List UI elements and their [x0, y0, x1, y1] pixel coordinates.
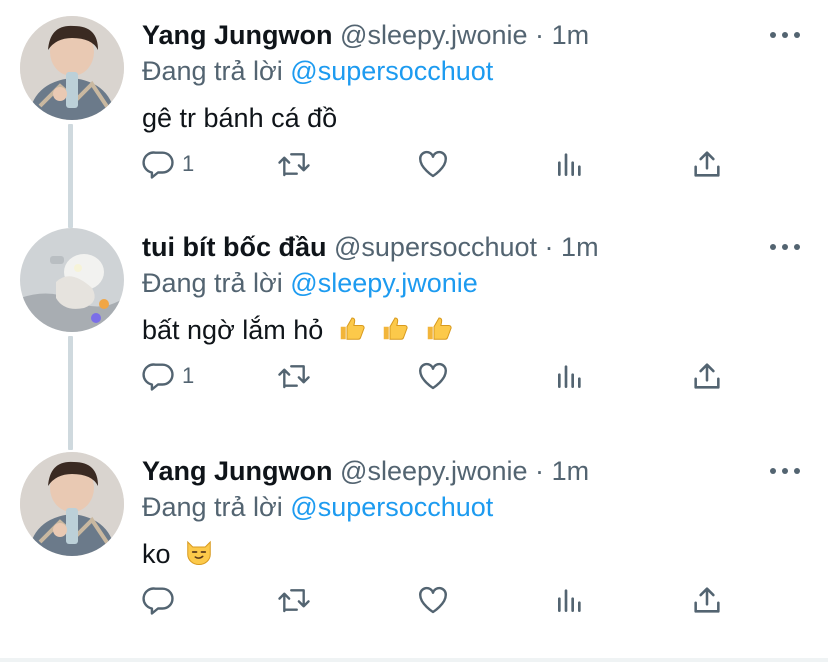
tweet-header: Yang Jungwon @sleepy.jwonie · 1m: [142, 18, 589, 52]
more-options-icon[interactable]: [770, 236, 800, 258]
tweet[interactable]: Yang Jungwon @sleepy.jwonie · 1m Đang tr…: [0, 0, 828, 224]
heart-icon: [419, 362, 447, 390]
tweet-text-content: bất ngờ lắm hỏ: [142, 315, 324, 345]
user-handle[interactable]: @supersocchuot: [334, 232, 537, 262]
analytics-icon: [558, 365, 581, 388]
heart-icon: [419, 150, 447, 178]
reply-button[interactable]: 1: [142, 146, 194, 182]
tweet-text-content: ko: [142, 539, 171, 569]
more-options-icon[interactable]: [770, 460, 800, 482]
heart-icon: [419, 586, 447, 614]
reply-count: 1: [182, 363, 195, 388]
share-button[interactable]: [690, 582, 724, 618]
thumbs-up-icon: [424, 313, 454, 352]
action-bar: 1: [142, 146, 742, 182]
reply-icon: [142, 587, 174, 615]
share-button[interactable]: [690, 358, 724, 394]
retweet-button[interactable]: [276, 358, 312, 394]
more-options-icon[interactable]: [770, 24, 800, 46]
display-name[interactable]: tui bít bốc đầu: [142, 232, 326, 262]
reply-icon: [142, 363, 174, 391]
avatar[interactable]: [20, 228, 124, 332]
divider: [0, 658, 828, 662]
timestamp[interactable]: 1m: [552, 20, 590, 50]
tweet-text: ko: [142, 536, 214, 576]
retweet-button[interactable]: [276, 582, 312, 618]
retweet-button[interactable]: [276, 146, 312, 182]
separator-dot: ·: [535, 20, 545, 50]
action-bar: 1: [142, 358, 742, 394]
reply-button[interactable]: [142, 582, 182, 618]
reply-to-link[interactable]: @supersocchuot: [290, 56, 493, 86]
reply-icon: [142, 151, 174, 179]
replying-to: Đang trả lời @supersocchuot: [142, 489, 493, 525]
like-button[interactable]: [416, 146, 450, 182]
share-icon: [694, 363, 720, 389]
reply-button[interactable]: 1: [142, 358, 194, 394]
replying-prefix: Đang trả lời: [142, 492, 283, 522]
avatar[interactable]: [20, 16, 124, 120]
timestamp[interactable]: 1m: [561, 232, 599, 262]
user-handle[interactable]: @sleepy.jwonie: [340, 20, 528, 50]
views-button[interactable]: [554, 582, 586, 618]
tweet[interactable]: Yang Jungwon @sleepy.jwonie · 1m Đang tr…: [0, 436, 828, 660]
tweet-text-content: gê tr bánh cá đồ: [142, 103, 338, 133]
like-button[interactable]: [416, 582, 450, 618]
replying-to: Đang trả lời @sleepy.jwonie: [142, 265, 478, 301]
views-button[interactable]: [554, 358, 586, 394]
tweet-text: gê tr bánh cá đồ: [142, 100, 337, 136]
smirking-cat-icon: [184, 537, 214, 576]
retweet-icon: [278, 153, 310, 177]
thumbs-up-icon: [337, 313, 367, 352]
reply-count: 1: [182, 151, 195, 176]
tweet-header: Yang Jungwon @sleepy.jwonie · 1m: [142, 454, 589, 488]
display-name[interactable]: Yang Jungwon: [142, 456, 333, 486]
tweet[interactable]: tui bít bốc đầu @supersocchuot · 1m Đang…: [0, 212, 828, 436]
thumbs-up-icon: [380, 313, 410, 352]
share-icon: [694, 587, 720, 613]
separator-dot: ·: [544, 232, 554, 262]
avatar[interactable]: [20, 452, 124, 556]
analytics-icon: [558, 589, 581, 612]
action-bar: [142, 582, 742, 618]
separator-dot: ·: [535, 456, 545, 486]
analytics-icon: [558, 153, 581, 176]
replying-prefix: Đang trả lời: [142, 56, 283, 86]
retweet-icon: [278, 365, 310, 389]
reply-to-link[interactable]: @sleepy.jwonie: [290, 268, 478, 298]
user-handle[interactable]: @sleepy.jwonie: [340, 456, 528, 486]
share-icon: [694, 151, 720, 177]
timestamp[interactable]: 1m: [552, 456, 590, 486]
retweet-icon: [278, 589, 310, 613]
replying-prefix: Đang trả lời: [142, 268, 283, 298]
like-button[interactable]: [416, 358, 450, 394]
share-button[interactable]: [690, 146, 724, 182]
tweet-header: tui bít bốc đầu @supersocchuot · 1m: [142, 230, 599, 264]
replying-to: Đang trả lời @supersocchuot: [142, 53, 493, 89]
tweet-text: bất ngờ lắm hỏ: [142, 312, 454, 352]
display-name[interactable]: Yang Jungwon: [142, 20, 333, 50]
reply-to-link[interactable]: @supersocchuot: [290, 492, 493, 522]
views-button[interactable]: [554, 146, 586, 182]
